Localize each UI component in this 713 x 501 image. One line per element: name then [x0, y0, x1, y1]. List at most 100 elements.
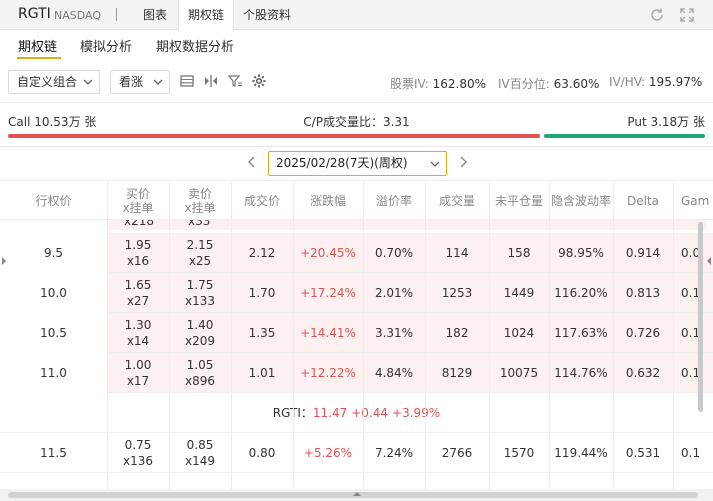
bid-cell[interactable]: 1.65 x27 [107, 273, 169, 313]
col-ask[interactable]: 卖价 x挂单 [169, 181, 231, 221]
cp-volume-ratio: C/P成交量比：3.31 [303, 115, 410, 129]
col-strike[interactable]: 行权价 [0, 181, 107, 221]
delta-cell: 0.726 [625, 326, 661, 340]
column-divider [673, 180, 674, 500]
column-divider [231, 180, 232, 500]
stock-iv: 股票IV: 162.80% [390, 75, 486, 92]
ticker-symbol: RGTI [18, 6, 51, 22]
subtab-option-data[interactable]: 期权数据分析 [156, 36, 234, 55]
col-gamma[interactable]: Gam [673, 181, 713, 221]
bid-size: x14 [126, 334, 150, 348]
last-cell: 2.12 [248, 246, 276, 260]
expand-left-arrow-icon[interactable] [1, 256, 7, 266]
bid-cell[interactable]: 1.00 x17 [107, 353, 169, 393]
iv-hv-label: IV/HV: [609, 75, 646, 89]
bid-cell[interactable]: 1.30 x14 [107, 313, 169, 353]
expiry-select[interactable]: 2025/02/28(7天)(周权) [268, 151, 447, 176]
bid-size: x16 [126, 254, 150, 268]
combo-select-value: 自定义组合 [17, 75, 78, 89]
bid-size: x17 [126, 374, 150, 388]
expand-right-arrow-icon[interactable] [706, 256, 712, 266]
iv-percentile: IV百分位: 63.60% [498, 75, 599, 92]
col-last[interactable]: 成交价 [231, 181, 293, 221]
col-change[interactable]: 涨跌幅 [293, 181, 363, 221]
premium-cell: 4.84% [374, 366, 414, 380]
direction-select[interactable]: 看涨 [110, 70, 170, 94]
ask-cell[interactable]: 2.15 x25 [169, 233, 231, 273]
bid-price: 1.30 [124, 318, 152, 332]
col-premium[interactable]: 溢价率 [363, 181, 425, 221]
scroll-up-arrow-icon[interactable] [352, 491, 362, 497]
iv-percentile-label: IV百分位: [498, 77, 550, 91]
chevron-down-icon [83, 79, 93, 85]
put-volume: Put 3.18万 张 [627, 115, 705, 129]
fullscreen-icon[interactable] [678, 6, 696, 24]
premium-cell: 7.24% [374, 446, 414, 460]
delta-cell: 0.632 [625, 366, 661, 380]
ask-size: x896 [184, 374, 215, 388]
last-cell: 0.80 [248, 446, 276, 460]
volume-cell: 182 [445, 326, 469, 340]
iv-cell: 117.63% [554, 326, 608, 340]
oi-cell: 1449 [503, 286, 535, 300]
partial-bid-size: x218 [124, 220, 155, 228]
column-divider [425, 180, 426, 500]
ask-cell[interactable]: 1.75 x133 [169, 273, 231, 313]
ask-cell[interactable]: 1.40 x209 [169, 313, 231, 353]
ask-size: x25 [188, 254, 212, 268]
filter-icon[interactable] [227, 73, 243, 89]
col-implied-vol[interactable]: 隐含波动率 [549, 181, 613, 221]
table-layout-icon[interactable] [179, 73, 195, 89]
direction-select-value: 看涨 [119, 75, 144, 89]
split-view-icon[interactable] [203, 73, 219, 89]
change-cell: +12.22% [300, 366, 356, 380]
col-bid[interactable]: 买价 x挂单 [107, 181, 169, 221]
delta-cell: 0.531 [625, 446, 661, 460]
change-cell: +14.41% [300, 326, 356, 340]
col-ask-label: 卖价 [187, 187, 212, 201]
iv-cell: 119.44% [554, 446, 608, 460]
next-expiry-arrow-icon[interactable] [456, 155, 470, 169]
tab-option-chain[interactable]: 期权链 [178, 0, 234, 31]
prev-expiry-arrow-icon[interactable] [245, 155, 259, 169]
iv-cell: 114.76% [554, 366, 608, 380]
chevron-down-icon [153, 79, 163, 85]
subtab-simulation[interactable]: 模拟分析 [80, 36, 132, 55]
gamma-cell: 0.0 [681, 246, 701, 260]
column-divider [549, 180, 550, 500]
vertical-scrollbar[interactable] [698, 222, 703, 412]
ask-price: 2.15 [186, 238, 214, 252]
premium-cell: 2.01% [374, 286, 414, 300]
iv-percentile-value: 63.60% [553, 77, 600, 91]
oi-cell: 158 [507, 246, 531, 260]
combo-select[interactable]: 自定义组合 [8, 70, 100, 94]
col-open-interest[interactable]: 未平仓量 [489, 181, 549, 221]
underlying-price: 11.47 [312, 405, 348, 420]
tab-chart[interactable]: 图表 [134, 0, 176, 30]
bid-cell[interactable]: 0.75 x136 [107, 433, 169, 473]
gear-icon[interactable] [251, 73, 267, 89]
column-divider [169, 180, 170, 500]
column-divider [363, 180, 364, 500]
bid-cell[interactable]: 1.95 x16 [107, 233, 169, 273]
col-volume[interactable]: 成交量 [425, 181, 489, 221]
divider [0, 102, 713, 103]
stock-iv-label: 股票IV: [390, 77, 429, 91]
expiry-select-value: 2025/02/28(7天)(周权) [276, 156, 408, 170]
col-delta[interactable]: Delta [613, 181, 673, 221]
strike-price: 11.5 [40, 446, 67, 460]
refresh-icon[interactable] [648, 6, 666, 24]
tab-stock-profile[interactable]: 个股资料 [236, 0, 298, 30]
ask-cell[interactable]: 1.05 x896 [169, 353, 231, 393]
col-ask-size-label: x挂单 [184, 201, 216, 215]
last-cell: 1.35 [248, 326, 276, 340]
ask-cell[interactable]: 0.85 x149 [169, 433, 231, 473]
change-cell: +17.24% [300, 286, 356, 300]
stock-iv-value: 162.80% [432, 77, 487, 91]
partial-ask-size: x33 [188, 220, 211, 228]
subtab-option-chain[interactable]: 期权链 [18, 36, 57, 55]
underlying-change: +0.44 [351, 405, 389, 420]
ask-price: 1.05 [186, 358, 214, 372]
volume-cell: 114 [445, 246, 469, 260]
delta-cell: 0.914 [625, 246, 661, 260]
